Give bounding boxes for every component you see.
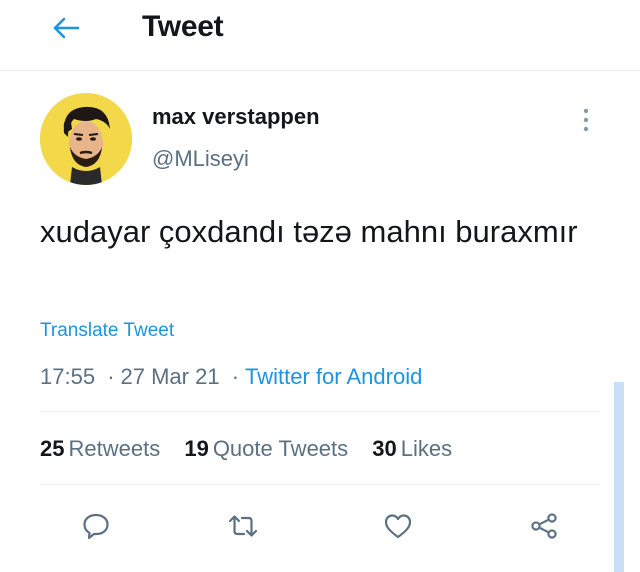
more-options-button[interactable]	[572, 104, 600, 136]
translate-tweet-link[interactable]: Translate Tweet	[40, 320, 174, 342]
likes-count: 30	[372, 436, 397, 461]
divider	[40, 411, 600, 412]
quotes-count: 19	[184, 436, 209, 461]
avatar[interactable]	[40, 93, 132, 185]
meta-separator: ·	[107, 364, 115, 389]
tweet-detail-page: Tweet max verstappen @MLiseyi xudayar ço…	[0, 0, 640, 572]
arrow-left-icon	[53, 17, 80, 39]
retweet-button[interactable]	[219, 504, 267, 548]
engagement-stats: 25 Retweets 19 Quote Tweets 30 Likes	[40, 436, 470, 462]
tweet-time: 17:55	[40, 364, 96, 389]
retweets-stat[interactable]: 25 Retweets	[40, 436, 160, 461]
quotes-label: Quote Tweets	[212, 436, 349, 461]
retweets-label: Retweets	[68, 436, 161, 461]
more-vertical-icon	[583, 108, 589, 132]
retweet-icon	[228, 515, 258, 537]
scrollbar-thumb[interactable]	[614, 382, 624, 572]
retweets-count: 25	[40, 436, 65, 461]
meta-separator: ·	[231, 364, 240, 389]
top-bar: Tweet	[0, 0, 640, 71]
page-title: Tweet	[142, 10, 224, 43]
reply-button[interactable]	[72, 504, 120, 548]
share-icon	[531, 513, 557, 539]
likes-label: Likes	[400, 436, 453, 461]
tweet-source-link[interactable]: Twitter for Android	[245, 364, 422, 389]
tweet-text: xudayar çoxdandı təzə mahnı buraxmır	[40, 214, 578, 249]
divider	[40, 484, 600, 485]
heart-icon	[384, 514, 412, 539]
avatar-portrait	[40, 93, 132, 185]
author-handle[interactable]: @MLiseyi	[152, 146, 249, 172]
reply-icon	[83, 513, 109, 540]
back-button[interactable]	[44, 10, 88, 46]
share-button[interactable]	[520, 504, 568, 548]
tweet-date: 27 Mar 21	[120, 364, 220, 389]
like-button[interactable]	[374, 504, 422, 548]
author-name[interactable]: max verstappen	[152, 104, 320, 130]
likes-stat[interactable]: 30 Likes	[372, 436, 452, 461]
quote-tweets-stat[interactable]: 19 Quote Tweets	[184, 436, 348, 461]
tweet-meta: 17:55 · 27 Mar 21 · Twitter for Android	[40, 364, 422, 390]
